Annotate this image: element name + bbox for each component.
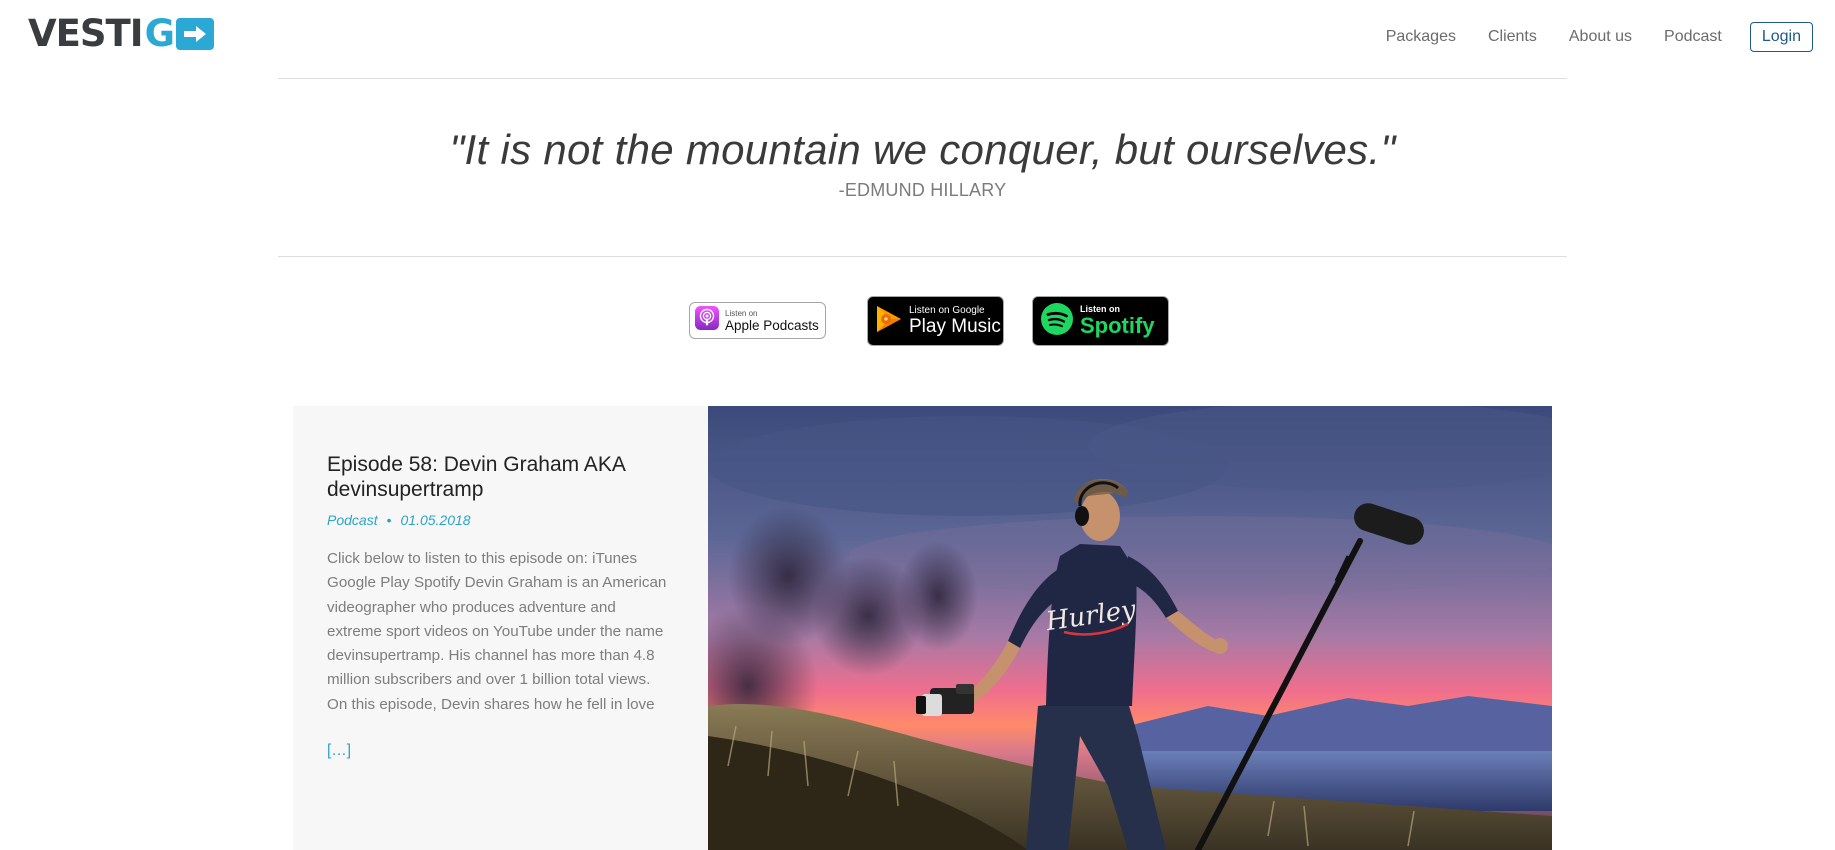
apple-badge-big: Apple Podcasts (725, 317, 819, 333)
episode-title[interactable]: Episode 58: Devin Graham AKA devinsupert… (327, 452, 687, 502)
podcast-icon (695, 306, 719, 335)
divider-bottom (278, 256, 1567, 257)
read-more-link[interactable]: […] (327, 742, 351, 760)
google-badge-small: Listen on Google (909, 305, 985, 316)
apple-badge-small: Listen on (725, 308, 758, 318)
logo-wordmark: VESTI (28, 12, 144, 55)
episode-date: 01.05.2018 (400, 512, 471, 528)
site-logo[interactable]: VESTI G (28, 15, 214, 53)
login-button[interactable]: Login (1749, 22, 1813, 52)
main-nav: Packages Clients About us Podcast Login (1354, 22, 1813, 52)
site-header: VESTI G Packages Clients About us Podcas… (0, 0, 1835, 78)
episode-card: Episode 58: Devin Graham AKA devinsupert… (293, 406, 1552, 850)
logo-go: G (145, 15, 214, 53)
meta-separator: • (386, 512, 392, 528)
play-music-icon (875, 304, 903, 339)
nav-podcast[interactable]: Podcast (1664, 22, 1722, 52)
episode-category[interactable]: Podcast (327, 512, 378, 528)
spotify-badge[interactable]: Listen on Spotify (1032, 296, 1169, 346)
nav-packages[interactable]: Packages (1386, 22, 1456, 52)
nav-clients[interactable]: Clients (1488, 22, 1537, 52)
episode-meta: Podcast • 01.05.2018 (327, 512, 471, 528)
divider-top (278, 78, 1567, 79)
nav-about-us[interactable]: About us (1569, 22, 1632, 52)
google-badge-big: Play Music (909, 316, 1001, 337)
google-badge-text: Listen on Google Play Music (909, 305, 1001, 337)
arrow-right-icon (175, 18, 214, 50)
spotify-icon (1040, 302, 1074, 341)
spotify-badge-big: Spotify (1080, 313, 1155, 338)
apple-podcasts-badge[interactable]: Listen on Apple Podcasts (689, 302, 826, 339)
episode-info: Episode 58: Devin Graham AKA devinsupert… (293, 406, 708, 850)
quote-text: "It is not the mountain we conquer, but … (449, 126, 1396, 173)
quote-author: -EDMUND HILLARY (838, 180, 1007, 200)
logo-g-letter: G (144, 12, 175, 55)
spotify-badge-text: Listen on Spotify (1080, 304, 1155, 338)
episode-image[interactable]: Hurley (708, 406, 1552, 850)
google-play-music-badge[interactable]: Listen on Google Play Music (867, 296, 1004, 346)
apple-badge-text: Listen on Apple Podcasts (725, 309, 819, 333)
episode-excerpt: Click below to listen to this episode on… (327, 550, 667, 713)
